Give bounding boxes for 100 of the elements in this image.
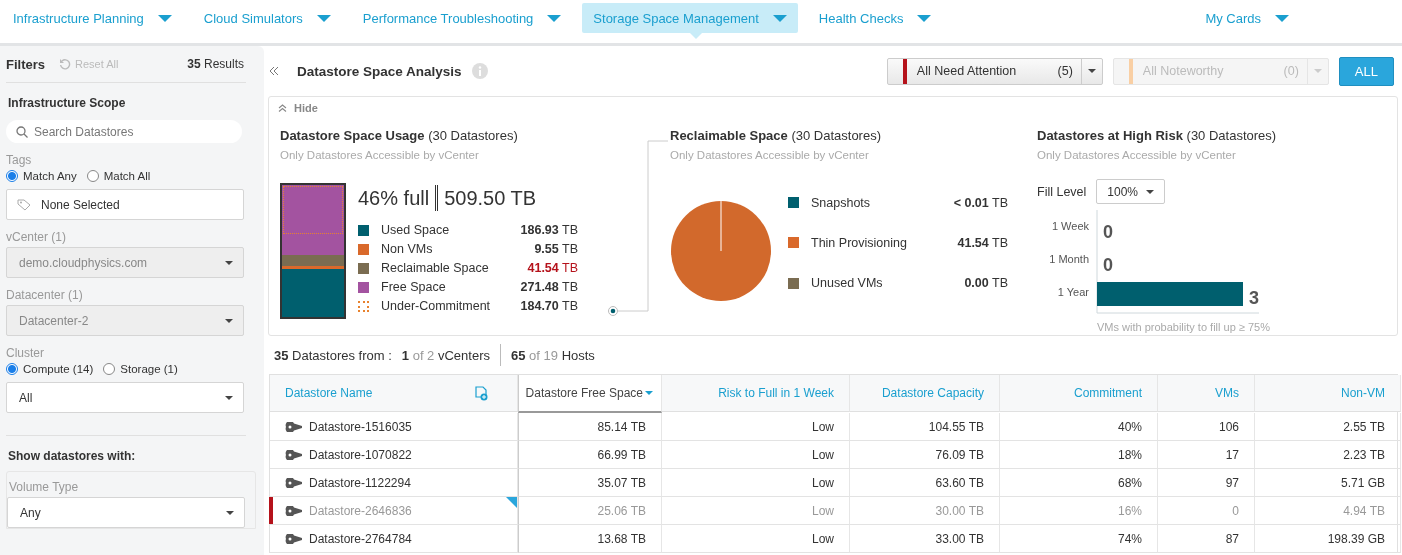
reset-icon [59,58,71,70]
tags-field[interactable]: None Selected [6,189,244,220]
datastore-name[interactable]: Datastore-2764784 [270,525,518,553]
nav-tab[interactable]: Infrastructure Planning [2,3,183,33]
datastore-name[interactable]: Datastore-1122294 [270,469,518,497]
search-icon [16,126,28,138]
caret-icon [547,14,562,22]
search-field[interactable]: Search Datastores [6,120,242,143]
field-label: vCenter (1) [6,230,68,244]
table-cell: 0 [1158,497,1255,525]
info-icon [471,63,488,79]
column-header[interactable]: Datastore Capacity [850,375,1000,412]
table-cell: 4.94 TB [1255,497,1401,525]
datastore-name[interactable]: Datastore-1516035 [270,413,518,441]
fill-dropdown[interactable]: 100% [1096,179,1166,204]
usage-total: 509.50 TB [444,186,537,210]
dropdown[interactable]: All [6,382,244,413]
table-cell: 35.07 TB [518,469,662,497]
card-subtitle: Only Datastores Accessible by vCenter [670,149,870,161]
field-label: Fill Level [1037,184,1087,199]
column-header[interactable]: Datastore Free Space [518,375,662,413]
legend-label: Non VMs [381,242,434,256]
nav-tab[interactable]: Cloud Simulators [192,3,342,33]
field-label: Cluster [6,346,45,360]
table-cell: 104.55 TB [850,413,1000,441]
column-header[interactable]: Commitment [1000,375,1158,412]
legend-label: Snapshots [811,195,872,210]
legend-label: Free Space [381,280,447,294]
table-cell: 30.00 TB [850,497,1000,525]
field-label: Volume Type [9,480,80,494]
caret-icon [1275,14,1289,22]
card-subtitle: Only Datastores Accessible by vCenter [280,149,480,161]
table-cell: 66.99 TB [518,441,662,469]
tag-icon [17,198,31,211]
radio-button[interactable] [86,170,99,182]
nav-tab[interactable]: Health Checks [807,3,943,33]
all-button[interactable]: ALL [1338,56,1394,86]
column-header[interactable]: Risk to Full in 1 Week [662,375,850,412]
radio-button[interactable] [103,363,116,375]
legend-label: Unused VMs [811,276,884,291]
data-label: 3 [1249,288,1259,308]
legend-value: < 0.01 TB [952,195,1008,210]
column-header[interactable]: Non-VM [1255,375,1401,412]
table-cell: 33.00 TB [850,525,1000,553]
nav-tab[interactable]: Performance Troubleshooting [351,3,573,33]
caret-icon [316,14,331,22]
caret-icon [225,395,233,400]
caret-icon [772,14,787,22]
dropdown[interactable]: Any [7,497,245,528]
caret-icon [225,318,233,323]
hide-toggle[interactable]: Hide [278,99,318,117]
node-icon [608,306,618,316]
datastore-name[interactable]: Datastore-1070822 [270,441,518,469]
table-cell: Low [662,497,850,525]
caret-icon [225,260,233,265]
radio-button[interactable] [6,363,18,375]
legend-label: Reclaimable Space [381,261,490,275]
results-count: 35 Results [187,57,244,71]
radio-option[interactable]: Storage (1) [103,363,178,375]
reset-button[interactable]: Reset All [59,58,119,70]
table-cell: 2.23 TB [1255,441,1401,469]
datastore-name[interactable]: Datastore-2646836 [270,497,518,525]
legend-value: 41.54 TB [956,236,1008,250]
radio-option[interactable]: Match All [86,170,151,182]
radio-button[interactable] [6,170,18,182]
axis-title: VMs with probability to fill up ≥ 75% [1097,321,1270,333]
filter-dropdown[interactable]: All Need Attention (5) [886,57,1103,85]
legend-label: Thin Provisioning [811,236,908,250]
radio-option[interactable]: Match Any [6,170,77,182]
table-cell: 85.14 TB [518,413,662,441]
add-column-icon [473,385,489,401]
datastore-count: 35 Datastores from : [274,347,392,363]
table-cell: 87 [1158,525,1255,553]
legend-value: 184.70 TB [519,299,578,313]
table-cell: 40% [1000,413,1158,441]
column-header[interactable]: Datastore Name [270,375,518,412]
table-cell: 97 [1158,469,1255,497]
table-cell: Low [662,469,850,497]
collapse-icon [269,66,279,76]
vcenter-count: 1 of 2 vCenters [401,347,490,363]
corner-marker [506,497,517,508]
column-header[interactable]: VMs [1158,375,1255,412]
section-title: Show datastores with: [8,449,137,463]
table-cell: 76.09 TB [850,441,1000,469]
caret-icon [1313,69,1322,73]
data-label: 0 [1103,222,1113,242]
flag-stripe [269,497,273,524]
collapse-up-icon [278,104,287,112]
page-title: Datastore Space Analysis [297,63,462,79]
table-cell: Low [662,525,850,553]
radio-option[interactable]: Compute (14) [6,363,94,375]
legend-value: 0.00 TB [963,276,1008,291]
legend-value: 9.55 TB [533,242,578,256]
caret-icon [917,14,932,22]
axis-label: 1 Year [1057,286,1089,298]
legend-value: 41.54 TB [526,261,578,275]
nav-tab[interactable]: My Cards [1194,3,1300,33]
table-cell: 13.68 TB [518,525,662,553]
caret-icon [226,510,234,515]
table-cell: 2.55 TB [1255,413,1401,441]
